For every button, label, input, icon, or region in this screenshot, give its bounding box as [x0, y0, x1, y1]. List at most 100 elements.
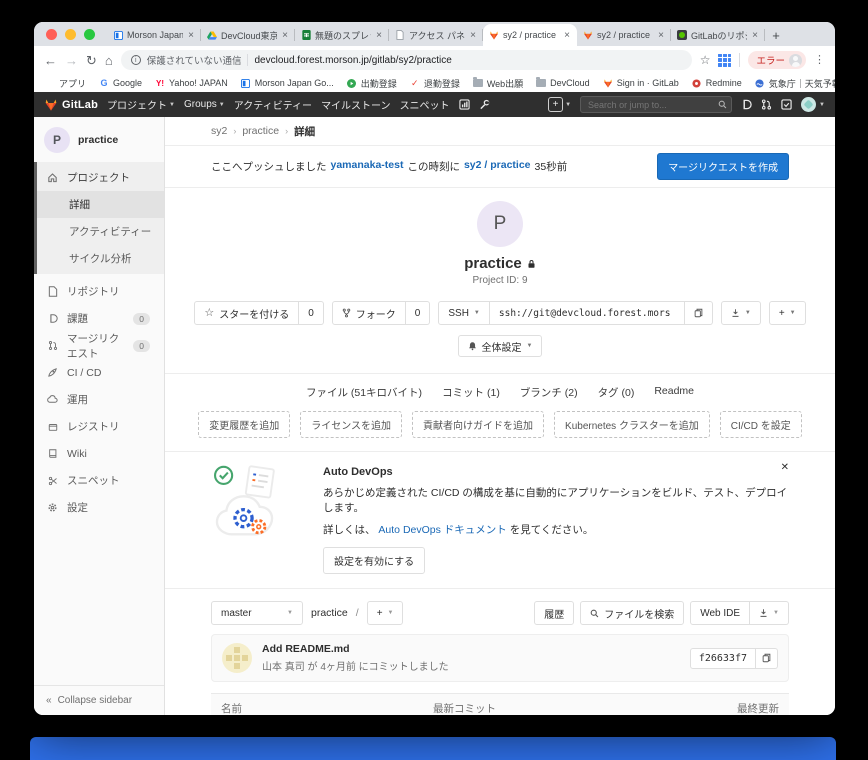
close-window-button[interactable]: [46, 29, 57, 40]
add-kubernetes-cluster-button[interactable]: Kubernetes クラスターを追加: [554, 411, 710, 438]
sidebar-item-ci-cd[interactable]: CI / CD: [34, 359, 164, 386]
issues-icon[interactable]: [741, 99, 752, 110]
sidebar-item-repository[interactable]: リポジトリ: [34, 278, 164, 305]
sidebar-item-snippets[interactable]: スニペット: [34, 467, 164, 494]
collapse-sidebar-button[interactable]: « Collapse sidebar: [34, 685, 164, 715]
history-button[interactable]: 履歴: [534, 601, 574, 625]
stat-files[interactable]: ファイル (51キロバイト): [306, 385, 422, 400]
find-file-button[interactable]: ファイルを検索: [580, 601, 684, 625]
merge-request-icon[interactable]: [761, 99, 772, 110]
repo-root-link[interactable]: practice: [311, 607, 348, 619]
add-license-button[interactable]: ライセンスを追加: [300, 411, 402, 438]
sidebar-item-issues[interactable]: 課題 0: [34, 305, 164, 332]
extension-icon[interactable]: [718, 54, 731, 67]
bookmark-gitlab-signin[interactable]: Sign in · GitLab: [603, 78, 679, 88]
close-icon[interactable]: ×: [469, 30, 477, 41]
breadcrumb-group[interactable]: sy2: [211, 125, 227, 137]
home-icon[interactable]: ⌂: [105, 54, 113, 67]
zoom-window-button[interactable]: [84, 29, 95, 40]
nav-snippets[interactable]: スニペット: [400, 97, 450, 112]
sidebar-item-operations[interactable]: 運用: [34, 386, 164, 413]
browser-tab-access-panel[interactable]: アクセス パネル ア ×: [389, 24, 483, 46]
branch-selector[interactable]: master ▼: [211, 601, 303, 625]
stat-tags[interactable]: タグ (0): [598, 385, 635, 400]
bookmark-clock-out[interactable]: ✓ 退勤登録: [410, 77, 460, 90]
close-icon[interactable]: ×: [375, 30, 383, 41]
address-bar[interactable]: i 保護されていない通信 devcloud.forest.morson.jp/g…: [121, 50, 692, 70]
web-ide-button[interactable]: Web IDE: [690, 601, 750, 625]
commit-title-link[interactable]: Add README.md: [262, 643, 449, 655]
add-file-dropdown[interactable]: + ▼: [367, 601, 404, 625]
copy-sha-button[interactable]: [756, 648, 778, 669]
enable-settings-button[interactable]: 設定を有効にする: [323, 547, 425, 574]
add-changelog-button[interactable]: 変更履歴を追加: [198, 411, 290, 438]
bookmark-folder-web[interactable]: Web出願: [473, 77, 523, 90]
breadcrumb-project[interactable]: practice: [242, 125, 279, 137]
stat-branches[interactable]: ブランチ (2): [520, 385, 578, 400]
nav-projects[interactable]: プロジェクト▼: [107, 97, 175, 112]
star-count[interactable]: 0: [299, 301, 324, 325]
close-icon[interactable]: ×: [657, 30, 665, 41]
bookmark-weather[interactable]: 気象庁｜天気予報 :…: [755, 77, 835, 90]
browser-menu-icon[interactable]: ⋮: [814, 55, 825, 66]
user-menu[interactable]: ▼: [801, 97, 825, 112]
todos-icon[interactable]: [781, 99, 792, 110]
project-link[interactable]: sy2 / practice: [464, 159, 531, 174]
nav-groups[interactable]: Groups▼: [184, 99, 225, 110]
close-icon[interactable]: ×: [563, 30, 571, 41]
browser-tab-spreadsheet[interactable]: 無題のスプレッドシ ×: [295, 24, 389, 46]
sidebar-item-activity[interactable]: アクティビティー: [37, 218, 164, 245]
stat-commits[interactable]: コミット (1): [442, 385, 500, 400]
bookmark-star-icon[interactable]: ☆: [700, 54, 711, 66]
browser-tab-morson[interactable]: Morson Japan Go ×: [107, 24, 201, 46]
sidebar-item-wiki[interactable]: Wiki: [34, 440, 164, 467]
clone-protocol-dropdown[interactable]: SSH ▼: [438, 301, 490, 325]
bookmark-google[interactable]: G Google: [99, 78, 142, 88]
fork-button[interactable]: フォーク: [332, 301, 406, 325]
sidebar-item-merge-requests[interactable]: マージリクエスト 0: [34, 332, 164, 359]
add-dropdown[interactable]: + ▼: [769, 301, 806, 325]
add-contribution-guide-button[interactable]: 貢献者向けガイドを追加: [412, 411, 544, 438]
browser-tab-gitlab-repo-article[interactable]: GitLabのリポジトリ ×: [671, 24, 765, 46]
sidebar-context-header[interactable]: P practice: [34, 117, 164, 162]
browser-tab-gitlab[interactable]: sy2 / practice · Gi ×: [577, 24, 671, 46]
sidebar-item-cycle-analytics[interactable]: サイクル分析: [37, 245, 164, 272]
star-button[interactable]: ☆ スターを付ける: [194, 301, 299, 325]
profile-error-badge[interactable]: エラー: [748, 51, 806, 69]
info-icon[interactable]: i: [131, 55, 141, 65]
close-icon[interactable]: ×: [281, 30, 289, 41]
browser-tab-devcloud-drive[interactable]: DevCloud東京 - G ×: [201, 24, 295, 46]
bookmark-clock-in[interactable]: 出勤登録: [347, 77, 397, 90]
gitlab-logo[interactable]: GitLab: [44, 98, 98, 111]
create-merge-request-button[interactable]: マージリクエストを作成: [657, 153, 789, 180]
bookmark-yahoo[interactable]: Y! Yahoo! JAPAN: [155, 78, 228, 88]
bookmark-redmine[interactable]: Redmine: [692, 78, 742, 88]
download-dropdown[interactable]: ▼: [750, 601, 789, 625]
sidebar-item-project[interactable]: プロジェクト: [37, 164, 164, 191]
forward-icon[interactable]: →: [65, 54, 78, 67]
search-input[interactable]: [580, 96, 732, 113]
close-icon[interactable]: ✕: [781, 462, 789, 473]
download-dropdown[interactable]: ▼: [721, 301, 761, 325]
chart-icon[interactable]: [459, 99, 470, 110]
bookmark-folder-devcloud[interactable]: DevCloud: [536, 78, 590, 88]
copy-url-button[interactable]: [685, 301, 713, 325]
minimize-window-button[interactable]: [65, 29, 76, 40]
new-menu-button[interactable]: + ▼: [548, 97, 571, 112]
close-icon[interactable]: ×: [187, 30, 195, 41]
stat-readme[interactable]: Readme: [654, 385, 694, 400]
back-icon[interactable]: ←: [44, 54, 57, 67]
branch-link[interactable]: yamanaka-test: [331, 159, 404, 174]
notification-settings-button[interactable]: 全体設定 ▼: [458, 335, 543, 357]
fork-count[interactable]: 0: [406, 301, 431, 325]
setup-cicd-button[interactable]: CI/CD を設定: [720, 411, 802, 438]
auto-devops-doc-link[interactable]: Auto DevOps ドキュメント: [378, 524, 506, 536]
clone-url-field[interactable]: ssh://git@devcloud.forest.mors: [490, 301, 685, 325]
sidebar-item-registry[interactable]: レジストリ: [34, 413, 164, 440]
sidebar-item-settings[interactable]: 設定: [34, 494, 164, 521]
bookmark-morson[interactable]: Morson Japan Go...: [241, 78, 334, 88]
reload-icon[interactable]: ↻: [86, 54, 97, 67]
bookmark-apps[interactable]: アプリ: [46, 77, 86, 90]
sidebar-item-details[interactable]: 詳細: [37, 191, 164, 218]
close-icon[interactable]: ×: [751, 30, 759, 41]
